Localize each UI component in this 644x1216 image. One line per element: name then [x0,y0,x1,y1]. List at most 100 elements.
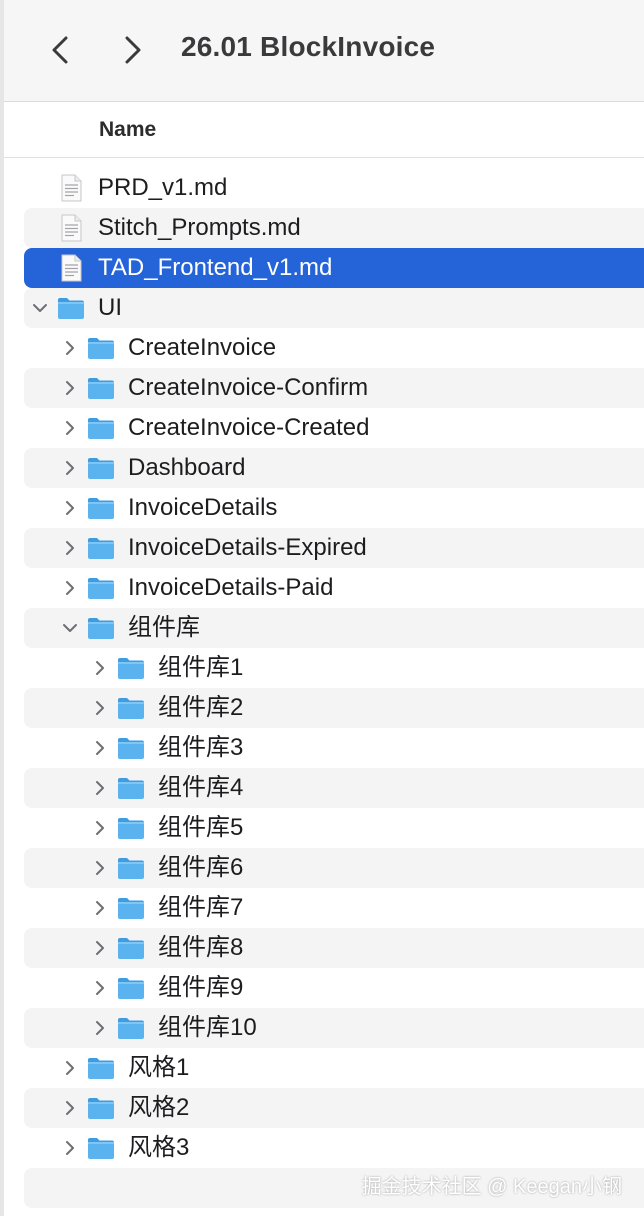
chevron-right-icon [66,501,74,515]
folder-row[interactable]: 组件库 [24,608,644,648]
document-icon [61,174,82,202]
disclosure-collapsed-toggle[interactable] [91,779,109,797]
chevron-right-icon [96,981,104,995]
forward-button[interactable] [117,30,147,70]
folder-icon [88,1098,114,1119]
folder-icon-wrapper [116,933,146,963]
folder-row[interactable]: 风格1 [24,1048,644,1088]
folder-icon-wrapper [86,1133,116,1163]
disclosure-collapsed-toggle[interactable] [61,1139,79,1157]
item-name-label: 组件库9 [158,974,244,1001]
item-name-label: 组件库4 [158,774,244,801]
folder-row[interactable]: 风格2 [24,1088,644,1128]
chevron-right-icon [96,901,104,915]
folder-row[interactable]: Dashboard [24,448,644,488]
watermark-text: 掘金技术社区 @ Keegan小钢 [361,1176,622,1198]
folder-row[interactable]: 组件库9 [24,968,644,1008]
item-name-label: 组件库3 [158,734,244,761]
disclosure-collapsed-toggle[interactable] [91,939,109,957]
folder-icon-wrapper [116,653,146,683]
item-name-label: 组件库2 [158,694,244,721]
chevron-right-icon [66,1141,74,1155]
folder-row[interactable]: 风格3 [24,1128,644,1168]
chevron-right-icon [96,781,104,795]
disclosure-collapsed-toggle[interactable] [61,499,79,517]
folder-icon [118,818,144,839]
disclosure-collapsed-toggle[interactable] [61,1099,79,1117]
folder-icon-wrapper [86,1093,116,1123]
item-name-label: 组件库 [128,614,200,641]
folder-row[interactable]: 组件库4 [24,768,644,808]
folder-icon-wrapper [56,293,86,323]
folder-icon-wrapper [116,773,146,803]
folder-icon-wrapper [116,1013,146,1043]
folder-icon [118,738,144,759]
disclosure-collapsed-toggle[interactable] [61,339,79,357]
file-row[interactable]: Stitch_Prompts.md [24,208,644,248]
folder-row[interactable]: CreateInvoice [24,328,644,368]
disclosure-collapsed-toggle[interactable] [61,539,79,557]
disclosure-collapsed-toggle[interactable] [91,739,109,757]
window-left-edge [0,0,4,1216]
item-name-label: 组件库1 [158,654,244,681]
disclosure-collapsed-toggle[interactable] [91,1019,109,1037]
chevron-right-icon [96,661,104,675]
disclosure-collapsed-toggle[interactable] [61,419,79,437]
folder-icon [118,658,144,679]
folder-row[interactable]: 组件库10 [24,1008,644,1048]
folder-row[interactable]: 组件库3 [24,728,644,768]
chevron-right-icon [96,821,104,835]
item-name-label: InvoiceDetails [128,494,278,521]
item-name-label: CreateInvoice-Created [128,414,370,441]
name-column-header[interactable]: Name [99,118,156,142]
folder-icon [118,858,144,879]
item-name-label: Dashboard [128,454,246,481]
folder-row[interactable]: CreateInvoice-Confirm [24,368,644,408]
folder-row[interactable]: 组件库5 [24,808,644,848]
folder-icon [88,418,114,439]
chevron-right-icon [66,541,74,555]
chevron-right-icon [66,1061,74,1075]
document-icon [61,214,82,242]
disclosure-collapsed-toggle[interactable] [91,659,109,677]
disclosure-collapsed-toggle[interactable] [91,699,109,717]
disclosure-collapsed-toggle[interactable] [91,859,109,877]
disclosure-collapsed-toggle[interactable] [61,459,79,477]
document-icon-wrapper [56,173,86,203]
folder-row[interactable]: InvoiceDetails [24,488,644,528]
item-name-label: TAD_Frontend_v1.md [98,254,333,281]
item-name-label: InvoiceDetails-Paid [128,574,334,601]
folder-row[interactable]: CreateInvoice-Created [24,408,644,448]
file-row[interactable]: TAD_Frontend_v1.md [24,248,644,288]
folder-icon [88,378,114,399]
item-name-label: CreateInvoice-Confirm [128,374,369,401]
disclosure-collapsed-toggle[interactable] [91,899,109,917]
disclosure-collapsed-toggle[interactable] [91,819,109,837]
disclosure-collapsed-toggle[interactable] [61,579,79,597]
folder-icon-wrapper [116,693,146,723]
file-row[interactable]: PRD_v1.md [24,168,644,208]
folder-row[interactable]: 组件库7 [24,888,644,928]
folder-icon [88,578,114,599]
disclosure-expanded-toggle[interactable] [31,299,49,317]
folder-row[interactable]: UI [24,288,644,328]
folder-row[interactable]: InvoiceDetails-Expired [24,528,644,568]
folder-icon-wrapper [86,613,116,643]
folder-row[interactable]: 组件库1 [24,648,644,688]
disclosure-collapsed-toggle[interactable] [91,979,109,997]
chevron-right-icon [96,741,104,755]
back-button[interactable] [46,30,76,70]
folder-icon [118,978,144,999]
document-icon-wrapper [56,213,86,243]
chevron-right-icon [96,861,104,875]
item-name-label: 组件库8 [158,934,244,961]
folder-row[interactable]: 组件库6 [24,848,644,888]
disclosure-expanded-toggle[interactable] [61,619,79,637]
folder-row[interactable]: 组件库8 [24,928,644,968]
disclosure-collapsed-toggle[interactable] [61,1059,79,1077]
folder-row[interactable]: 组件库2 [24,688,644,728]
folder-icon-wrapper [86,453,116,483]
folder-row[interactable]: InvoiceDetails-Paid [24,568,644,608]
disclosure-collapsed-toggle[interactable] [61,379,79,397]
toolbar: 26.01 BlockInvoice [4,0,644,102]
